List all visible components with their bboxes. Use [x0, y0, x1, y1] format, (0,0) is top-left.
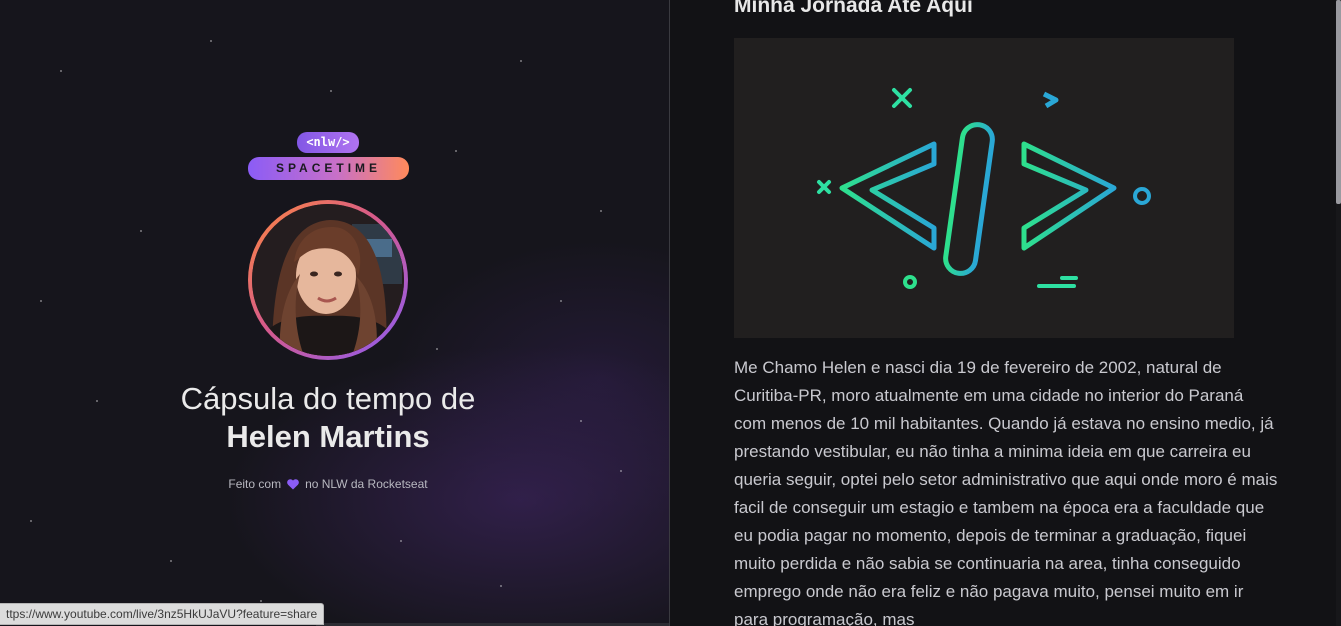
- logo-wordmark: SPACETIME: [248, 157, 409, 180]
- code-tag-icon: [817, 88, 1151, 289]
- memory-title: Minha Jornada Até Aqui: [734, 0, 973, 17]
- capsule-title: Cápsula do tempo de Helen Martins: [0, 380, 656, 456]
- logo-tag: <nlw/>: [297, 132, 359, 153]
- capsule-title-prefix: Cápsula do tempo de: [180, 381, 476, 416]
- memory-panel: Minha Jornada Até Aqui Me Chamo Helen e …: [670, 0, 1341, 626]
- memory-cover-image: [734, 38, 1234, 338]
- left-panel: <nlw/> SPACETIME Cápsula do tempo de Hel…: [0, 0, 669, 626]
- made-with-footer: Feito com no NLW da Rocketseat: [0, 477, 656, 493]
- nlw-spacetime-logo: <nlw/> SPACETIME: [248, 132, 409, 180]
- link-status-url: ttps://www.youtube.com/live/3nz5HkUJaVU?…: [0, 603, 325, 625]
- made-with-suffix: no NLW da Rocketseat: [305, 477, 428, 491]
- scrollbar-thumb[interactable]: [1336, 0, 1341, 204]
- memory-content: Me Chamo Helen e nasci dia 19 de feverei…: [734, 358, 1278, 626]
- avatar: [252, 204, 404, 356]
- scrollbar[interactable]: [1336, 0, 1341, 626]
- heart-icon: [287, 479, 299, 493]
- made-with-prefix: Feito com: [228, 477, 282, 491]
- avatar-ring: [248, 200, 408, 360]
- capsule-owner-name: Helen Martins: [226, 419, 430, 454]
